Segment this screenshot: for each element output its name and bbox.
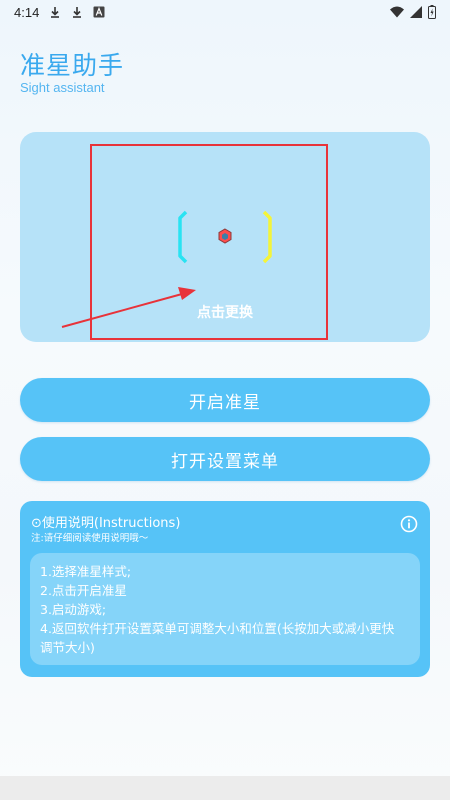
change-crosshair-label[interactable]: 点击更换: [180, 302, 270, 322]
instruction-step: 2.点击开启准星: [40, 583, 127, 598]
instructions-title: ⊙使用说明(Instructions): [31, 512, 180, 531]
instruction-step: 3.启动游戏;: [40, 602, 107, 617]
signal-icon: [410, 6, 422, 18]
battery-icon: [428, 5, 436, 19]
navigation-bar: [0, 776, 450, 800]
start-crosshair-button[interactable]: 开启准星: [20, 378, 430, 422]
instruction-step: 4.返回软件打开设置菜单可调整大小和位置(长按加大或减小更快: [40, 621, 395, 636]
instructions-title-text: ⊙使用说明(Instructions): [31, 516, 181, 531]
download-icon: [51, 7, 60, 18]
wifi-icon: [390, 6, 404, 18]
status-bar: 4:14: [0, 0, 450, 24]
app-title: 准星助手: [20, 51, 125, 80]
status-time: 4:14: [14, 4, 40, 20]
instruction-step: 调节大小): [40, 640, 95, 655]
status-right: [390, 5, 436, 19]
instructions-note: 注:请仔细阅读使用说明哦～: [31, 533, 149, 544]
instruction-step: 1.选择准星样式;: [40, 564, 132, 579]
status-left: 4:14: [14, 5, 105, 20]
instructions-steps-box: 1.选择准星样式; 2.点击开启准星 3.启动游戏; 4.返回软件打开设置菜单可…: [30, 553, 420, 665]
crosshair-icon[interactable]: [176, 208, 276, 266]
app-subtitle: Sight assistant: [20, 80, 105, 95]
open-settings-menu-button[interactable]: 打开设置菜单: [20, 437, 430, 481]
info-icon[interactable]: [400, 515, 418, 533]
a-icon: [93, 6, 105, 18]
download-icon: [73, 7, 82, 18]
